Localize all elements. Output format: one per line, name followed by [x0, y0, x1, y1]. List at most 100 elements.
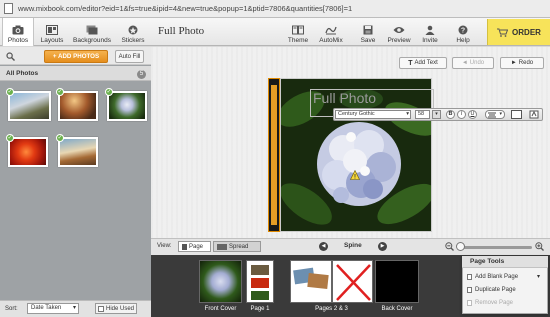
add-blank-page-button[interactable]: Add Blank Page [467, 274, 518, 280]
page-1-thumbnail[interactable] [246, 260, 274, 303]
zoom-out-icon[interactable] [445, 242, 454, 251]
chevron-down-icon[interactable]: ▾ [537, 273, 540, 280]
photo-thumbnail[interactable] [58, 91, 98, 121]
pages-2-3-label: Pages 2 & 3 [315, 306, 348, 312]
page-icon [467, 274, 472, 280]
tab-photos-label: Photos [7, 37, 29, 44]
photo-slot [251, 291, 269, 300]
tab-backgrounds-label: Backgrounds [73, 37, 111, 44]
undo-button[interactable]: ◄ Undo [452, 57, 494, 69]
bold-button[interactable]: B [446, 110, 455, 119]
view-label: View: [157, 243, 172, 249]
font-size-input[interactable]: 58 [415, 110, 430, 119]
underline-button[interactable]: U [468, 110, 477, 119]
hide-used-toggle[interactable]: Hide Used [95, 303, 137, 314]
save-label: Save [360, 37, 376, 44]
help-label: Help [456, 37, 470, 44]
tab-photos[interactable]: Photos [2, 18, 34, 46]
cart-icon [497, 28, 509, 37]
automix-button[interactable]: AutoMix [316, 18, 346, 46]
checkbox-icon[interactable] [98, 305, 104, 312]
duplicate-page-button[interactable]: Duplicate Page [467, 287, 516, 293]
spine-label: Spine [344, 242, 362, 249]
page-view-button[interactable]: Page [178, 241, 211, 252]
page-1-label: Page 1 [250, 306, 270, 312]
tab-stickers[interactable]: Stickers [118, 18, 148, 46]
auto-fill-button[interactable]: Auto Fill [115, 50, 144, 63]
chevron-down-icon[interactable]: ▾ [432, 110, 441, 119]
url-text: www.mixbook.com/editor?eid=1&fs=true&ipi… [18, 4, 353, 13]
theme-label: Theme [287, 37, 309, 44]
address-bar[interactable]: www.mixbook.com/editor?eid=1&fs=true&ipi… [0, 0, 550, 18]
redo-arrow-icon: ► [510, 60, 517, 66]
remove-page-button[interactable]: Remove Page [467, 300, 513, 306]
add-photos-button[interactable]: + ADD PHOTOS [44, 50, 108, 63]
add-text-button[interactable]: T Add Text [399, 57, 447, 69]
used-check-icon: ✓ [6, 88, 14, 96]
used-check-icon: ✓ [56, 134, 64, 142]
camera-icon [12, 25, 24, 35]
align-icon [488, 112, 496, 118]
photo-thumbnail[interactable] [8, 91, 51, 121]
help-button[interactable]: ? Help [452, 18, 474, 46]
text-color-swatch[interactable] [511, 110, 522, 119]
tab-layouts[interactable]: Layouts [38, 18, 66, 46]
sort-select[interactable]: Date Taken ▾ [27, 303, 79, 314]
theme-button[interactable]: Theme [286, 18, 310, 46]
zoom-in-icon[interactable] [535, 242, 544, 251]
redo-label: Redo [518, 60, 534, 66]
prev-page-icon[interactable]: ◀ [319, 242, 328, 251]
photos-panel [0, 47, 151, 317]
automix-icon [325, 26, 337, 35]
svg-text:!: ! [354, 175, 356, 180]
zoom-slider-handle[interactable] [456, 242, 465, 251]
spread-icon [217, 243, 227, 250]
save-button[interactable]: Save [357, 18, 379, 46]
sort-label: Sort: [5, 306, 18, 312]
undo-arrow-icon: ◄ [461, 60, 468, 66]
chevron-down-icon: ▾ [499, 111, 502, 117]
next-page-icon[interactable]: ▶ [378, 242, 387, 251]
photo-thumbnail[interactable] [8, 137, 48, 167]
page-view-label: Page [189, 243, 204, 250]
page-title-text[interactable]: Full Photo [313, 90, 376, 106]
photo-thumbnail[interactable] [107, 91, 147, 121]
automix-label: AutoMix [319, 37, 343, 44]
text-effects-icon[interactable] [529, 110, 539, 119]
photo-thumbnail[interactable] [58, 137, 98, 167]
search-icon[interactable] [6, 52, 15, 61]
save-icon [363, 25, 373, 35]
empty-page-x-icon [336, 264, 371, 301]
chevron-down-icon: ▾ [406, 111, 409, 117]
invite-button[interactable]: Invite [418, 18, 442, 46]
editor-toolbar: Photos Layouts Backgrounds Stickers Them… [0, 18, 550, 46]
used-check-icon: ✓ [56, 88, 64, 96]
italic-button[interactable]: I [457, 110, 466, 119]
back-cover-thumbnail[interactable] [375, 260, 419, 303]
zoom-slider-track[interactable] [458, 246, 532, 249]
stickers-icon [128, 25, 138, 35]
order-button[interactable]: ORDER [487, 19, 550, 45]
tab-backgrounds[interactable]: Backgrounds [72, 18, 112, 46]
spread-view-button[interactable]: Spread [213, 241, 261, 252]
preview-label: Preview [387, 37, 411, 44]
undo-label: Undo [469, 60, 485, 66]
warning-icon[interactable]: ! [350, 170, 360, 180]
project-title: Full Photo [158, 25, 205, 37]
photo-slot [251, 278, 269, 288]
all-photos-label: All Photos [6, 70, 39, 77]
invite-label: Invite [422, 37, 438, 44]
pages-2-3-left-thumbnail[interactable] [290, 260, 332, 303]
preview-button[interactable]: Preview [385, 18, 413, 46]
trash-icon [467, 300, 472, 306]
font-family-select[interactable]: Century Gothic ▾ [335, 110, 411, 119]
pages-2-3-right-thumbnail[interactable] [332, 260, 373, 303]
redo-button[interactable]: ► Redo [500, 57, 544, 69]
align-select[interactable]: ▾ [485, 110, 505, 119]
front-cover-thumbnail[interactable] [199, 260, 242, 303]
photo-slot [307, 272, 329, 290]
font-family-value: Century Gothic [338, 111, 375, 117]
spread-view-label: Spread [229, 243, 249, 250]
photo-count-badge: 5 [137, 70, 146, 79]
sort-value: Date Taken [31, 305, 62, 311]
